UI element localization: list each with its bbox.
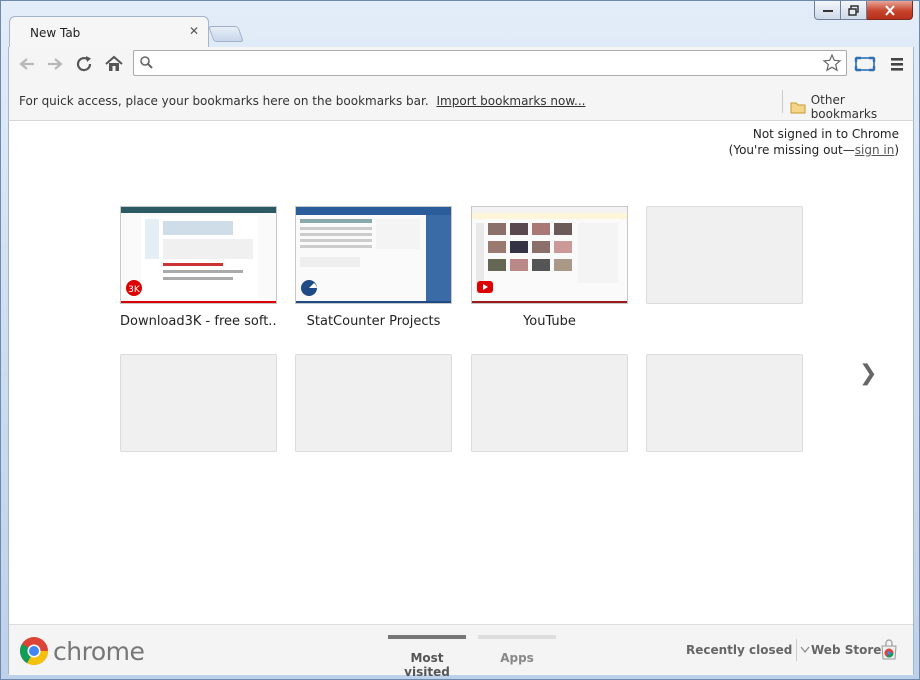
restore-icon bbox=[847, 4, 859, 16]
bookmark-star-icon[interactable] bbox=[822, 53, 842, 73]
chevron-down-icon bbox=[800, 646, 810, 653]
footer-separator bbox=[796, 639, 797, 661]
tile-title-youtube[interactable]: YouTube bbox=[471, 314, 628, 329]
most-visited-tile-download3k[interactable]: 3K bbox=[120, 206, 277, 304]
forward-button[interactable] bbox=[45, 55, 65, 73]
toolbar bbox=[8, 47, 914, 83]
reload-button[interactable] bbox=[75, 55, 95, 73]
signin-prompt-suffix: ) bbox=[894, 143, 899, 157]
signin-status: Not signed in to Chrome bbox=[752, 127, 899, 141]
forward-arrow-icon bbox=[48, 58, 63, 70]
ntp-footer: chrome Most visited Apps Recently closed… bbox=[9, 624, 913, 679]
signin-prompt: (You're missing out—sign in) bbox=[729, 142, 899, 158]
import-bookmarks-link[interactable]: Import bookmarks now... bbox=[437, 94, 586, 108]
web-store-icon[interactable] bbox=[879, 638, 899, 660]
back-arrow-icon bbox=[19, 58, 34, 70]
most-visited-tile-youtube[interactable] bbox=[471, 206, 628, 304]
new-tab-button[interactable] bbox=[208, 26, 244, 42]
tile-thumbnail: 3K bbox=[120, 206, 277, 304]
bookmarks-hint: For quick access, place your bookmarks h… bbox=[19, 94, 586, 108]
home-icon bbox=[105, 55, 123, 71]
omnibox[interactable] bbox=[133, 50, 847, 76]
pager-indicator bbox=[478, 635, 556, 639]
most-visited-label: Most visited bbox=[404, 651, 450, 679]
empty-tile bbox=[295, 354, 452, 452]
bookmarks-separator bbox=[782, 90, 783, 113]
empty-tile bbox=[471, 354, 628, 452]
tab-apps[interactable]: Apps bbox=[478, 635, 556, 665]
other-bookmarks-label: Other bookmarks bbox=[810, 93, 878, 121]
reload-icon bbox=[76, 56, 92, 72]
fullscreen-button[interactable] bbox=[854, 55, 876, 73]
signin-prompt-prefix: (You're missing out— bbox=[728, 143, 855, 157]
web-store-link[interactable]: Web Store bbox=[811, 643, 881, 657]
chrome-logo: chrome bbox=[19, 636, 145, 666]
recently-closed-menu[interactable]: Recently closed bbox=[686, 643, 810, 657]
browser-window: New Tab ✕ For quick access, place your b… bbox=[0, 0, 920, 680]
signin-notice: Not signed in to Chrome (You're missing … bbox=[729, 126, 899, 158]
web-store-label: Web Store bbox=[811, 643, 882, 657]
tab-new-tab[interactable]: New Tab ✕ bbox=[9, 16, 209, 48]
download3k-thumbnail: 3K bbox=[121, 207, 276, 303]
pager-indicator-active bbox=[388, 635, 466, 639]
new-tab-page: Not signed in to Chrome (You're missing … bbox=[8, 121, 914, 679]
close-icon bbox=[884, 4, 895, 16]
home-button[interactable] bbox=[104, 55, 124, 73]
hamburger-menu-icon bbox=[891, 58, 903, 71]
tab-close-icon[interactable]: ✕ bbox=[189, 24, 199, 38]
chrome-logo-text: chrome bbox=[53, 636, 145, 666]
tile-thumbnail bbox=[295, 206, 452, 304]
most-visited-tile-statcounter[interactable] bbox=[295, 206, 452, 304]
chrome-logo-icon bbox=[20, 637, 48, 665]
tile-title-download3k[interactable]: Download3K - free soft... bbox=[120, 314, 277, 329]
empty-tile bbox=[120, 354, 277, 452]
tile-title-statcounter[interactable]: StatCounter Projects bbox=[295, 314, 452, 329]
back-button[interactable] bbox=[17, 55, 37, 73]
statcounter-thumbnail bbox=[296, 207, 451, 303]
recently-closed-label: Recently closed bbox=[686, 643, 793, 657]
minimize-button[interactable] bbox=[814, 1, 841, 20]
menu-button[interactable] bbox=[887, 55, 907, 73]
window-controls bbox=[814, 1, 913, 20]
apps-label: Apps bbox=[500, 651, 534, 665]
fullscreen-icon bbox=[854, 56, 876, 72]
folder-icon bbox=[790, 102, 806, 114]
next-page-arrow-icon[interactable]: ❯ bbox=[859, 361, 877, 386]
maximize-button[interactable] bbox=[841, 1, 867, 20]
sign-in-link[interactable]: sign in bbox=[855, 143, 895, 157]
empty-tile bbox=[646, 354, 803, 452]
empty-tile bbox=[646, 206, 803, 304]
other-bookmarks-button[interactable]: Other bookmarks bbox=[790, 93, 913, 121]
tab-title: New Tab bbox=[30, 26, 81, 40]
minimize-icon bbox=[822, 10, 833, 12]
tab-most-visited[interactable]: Most visited bbox=[388, 635, 466, 679]
tile-thumbnail bbox=[471, 206, 628, 304]
close-window-button[interactable] bbox=[867, 1, 913, 20]
search-icon bbox=[140, 56, 153, 69]
svg-text:3K: 3K bbox=[128, 285, 141, 295]
omnibox-input[interactable] bbox=[158, 53, 822, 75]
bookmarks-hint-text: For quick access, place your bookmarks h… bbox=[19, 94, 429, 108]
bookmarks-bar: For quick access, place your bookmarks h… bbox=[8, 83, 914, 121]
youtube-thumbnail bbox=[472, 207, 627, 303]
